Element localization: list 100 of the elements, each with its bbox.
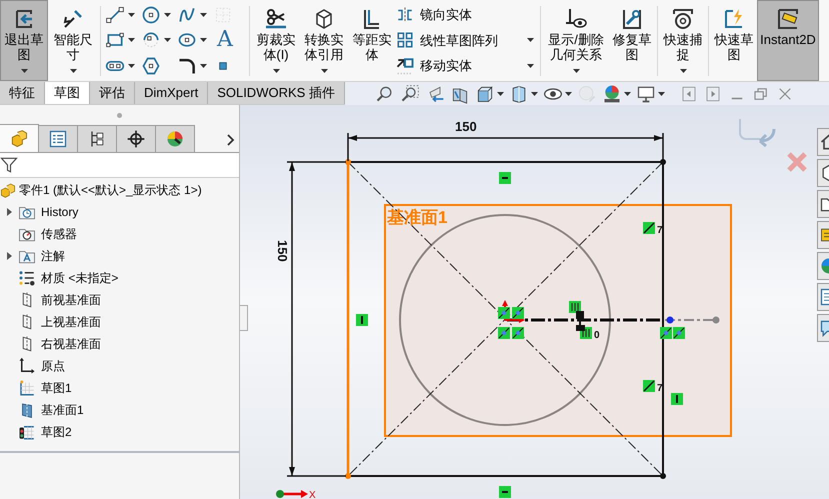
tab[interactable]: 草图: [45, 82, 90, 104]
caret-icon: [658, 92, 665, 96]
sketch-point: [666, 316, 674, 324]
caret-icon: [572, 69, 580, 73]
tree-item[interactable]: 原点: [41, 357, 65, 375]
tree-item[interactable]: 基准面1: [41, 401, 84, 419]
tree-item[interactable]: 前视基准面: [41, 291, 101, 309]
toolbar-button[interactable]: 镜向实体: [396, 5, 538, 25]
caret-icon: [200, 12, 207, 17]
relation-icon: [356, 314, 368, 326]
caret-icon: [320, 69, 328, 73]
task-pane-tab[interactable]: [817, 283, 829, 311]
view-settings-button[interactable]: [636, 84, 665, 104]
appearance-icon: [577, 84, 597, 104]
axis-triad-icon: [276, 490, 308, 498]
panel-tab[interactable]: [116, 125, 156, 152]
tab[interactable]: DimXpert: [135, 82, 208, 104]
tree-item[interactable]: 材质 <未指定>: [41, 269, 118, 287]
tree-item[interactable]: 传感器: [41, 225, 77, 243]
toolbar-button[interactable]: 等距实体: [348, 0, 396, 81]
toolbar-button[interactable]: Instant2D: [757, 0, 819, 81]
text-tool-button[interactable]: A: [211, 28, 247, 54]
toolbar-button[interactable]: 移动实体: [396, 56, 538, 76]
tree-item[interactable]: 上视基准面: [41, 313, 101, 331]
relation-count: 7: [657, 383, 663, 394]
panel-right-icon[interactable]: [704, 84, 722, 102]
tree-item[interactable]: 草图1: [41, 379, 72, 397]
relation-count: 0: [594, 330, 600, 341]
fillet-icon: [177, 56, 197, 76]
task-pane-tab[interactable]: [817, 221, 829, 249]
sketch-point: [660, 473, 666, 479]
relation-icon: [499, 486, 511, 498]
toolbar-button[interactable]: 线性草图阵列: [396, 30, 538, 50]
relation-icon: [671, 393, 683, 405]
splitter-handle[interactable]: [117, 112, 122, 118]
tree-item[interactable]: 注解: [41, 247, 65, 265]
task-pane-tab[interactable]: [817, 159, 829, 187]
relation-icon: [499, 172, 511, 184]
sketch-point: [345, 473, 351, 479]
crosshair-icon: [126, 129, 146, 149]
caret-icon: [164, 38, 171, 42]
relation-icon: [498, 307, 510, 319]
scene-icon: [602, 84, 622, 104]
circle-icon: [141, 4, 161, 25]
ruler-icon: [776, 7, 800, 31]
wrench-icon: [620, 7, 644, 31]
plane-label: 基准面1: [387, 208, 448, 227]
caret-icon: [527, 64, 534, 68]
axis-label: X: [309, 490, 316, 499]
tree-item[interactable]: 右视基准面: [41, 335, 101, 353]
tab[interactable]: SOLIDWORKS 插件: [208, 82, 345, 104]
caret-icon: [497, 92, 504, 96]
dimension-marker: [576, 311, 585, 331]
caret-icon: [128, 64, 135, 68]
panel-left-icon[interactable]: [680, 84, 698, 102]
task-pane-tab[interactable]: [817, 314, 829, 342]
toolbar-button[interactable]: 快速捕捉: [660, 0, 706, 81]
material-icon: [18, 269, 36, 287]
line-icon: [105, 4, 125, 25]
chevron-right-icon[interactable]: [227, 134, 235, 146]
task-pane-tab[interactable]: [817, 190, 829, 218]
filter-icon: [0, 156, 18, 174]
tree-item[interactable]: 草图2: [41, 423, 72, 441]
tab[interactable]: 特征: [0, 82, 45, 104]
expand-arrow-icon[interactable]: [6, 252, 12, 260]
home-icon: [819, 132, 829, 152]
dimension-value: 150: [275, 240, 290, 262]
toolbar-button[interactable]: 显示/删除几何关系: [543, 0, 609, 81]
task-pane-tab[interactable]: [817, 128, 829, 156]
relation-icon: [643, 222, 655, 234]
caret-icon: [200, 64, 207, 68]
pattern-icon: [396, 31, 414, 50]
centerline: [665, 319, 713, 321]
panel-tab[interactable]: [77, 125, 117, 152]
view-orientation-button[interactable]: [475, 84, 504, 104]
tab[interactable]: 评估: [90, 82, 135, 104]
comment-icon: [819, 318, 829, 338]
relation-icon: [512, 327, 524, 339]
tree-item[interactable]: 零件1 (默认<<默认>_显示状态 1>): [19, 181, 202, 199]
zoom-area-button[interactable]: [400, 84, 420, 104]
origin-axes-icon: [502, 300, 525, 323]
filter-field[interactable]: [0, 153, 239, 178]
part-icon: [9, 128, 29, 148]
origin-icon: [18, 357, 36, 375]
toolbar-button[interactable]: 智能尺寸: [48, 0, 98, 81]
panel-collapse-handle[interactable]: [240, 305, 248, 331]
sketch-icon: [18, 423, 36, 441]
sketch-point: [660, 159, 666, 165]
toolbar-button[interactable]: 退出草图: [0, 0, 48, 81]
panel-tab[interactable]: [38, 125, 78, 152]
toolbar-button[interactable]: 修复草图: [609, 0, 655, 81]
caret-icon: [164, 12, 171, 17]
toolbar-button[interactable]: 剪裁实体(I): [252, 0, 300, 81]
scene-button[interactable]: [602, 84, 631, 104]
toolbar-button[interactable]: 转换实体引用: [300, 0, 348, 81]
expand-arrow-icon[interactable]: [6, 208, 12, 216]
tree-item[interactable]: History: [41, 203, 78, 221]
toolbar-button[interactable]: 快速草图: [711, 0, 757, 81]
caret-icon: [624, 92, 631, 96]
caret-icon: [680, 69, 686, 73]
